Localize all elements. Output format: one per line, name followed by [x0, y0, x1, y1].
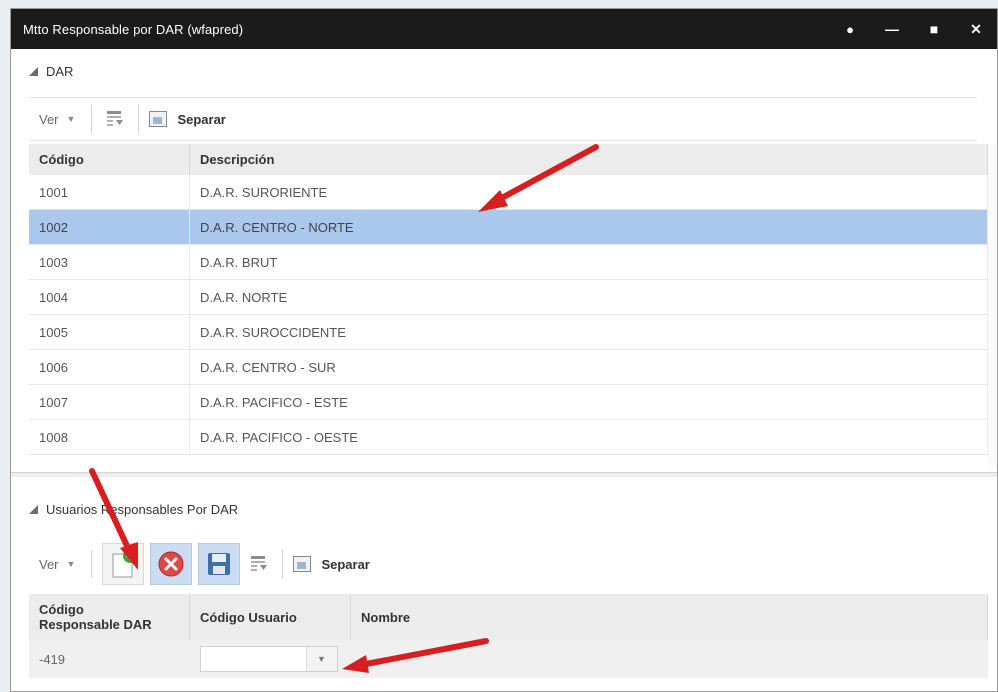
users-separar-button[interactable]: Separar: [293, 556, 370, 572]
gear-icon: ●: [846, 21, 854, 37]
new-document-icon: [112, 549, 138, 578]
codigo-usuario-combobox[interactable]: ▼: [199, 646, 338, 672]
users-toolbar: Ver ▼ Separar: [29, 539, 977, 589]
minimize-button[interactable]: —: [871, 9, 913, 49]
maximize-button[interactable]: ■: [913, 9, 955, 49]
chevron-down-icon: ▼: [66, 559, 76, 569]
minimize-icon: —: [885, 21, 899, 37]
column-header-codigo[interactable]: Código: [29, 144, 190, 175]
separar-label: Separar: [177, 111, 226, 127]
toolbar-divider: [138, 105, 140, 133]
cell-descripcion: D.A.R. PACIFICO - OESTE: [189, 419, 988, 455]
column-header-codigo-usuario[interactable]: Código Usuario: [189, 594, 351, 640]
table-row[interactable]: 1006 D.A.R. CENTRO - SUR: [29, 349, 988, 385]
column-header-descripcion[interactable]: Descripción: [189, 144, 988, 175]
table-row[interactable]: -419 ▼: [29, 640, 988, 678]
cell-codigo: 1007: [29, 384, 190, 420]
users-table-header: Código Responsable DAR Código Usuario No…: [29, 594, 988, 640]
cell-codigo: 1003: [29, 244, 190, 280]
dar-panel-header[interactable]: DAR: [29, 64, 73, 79]
cell-descripcion: D.A.R. CENTRO - SUR: [189, 349, 988, 385]
toolbar-divider: [91, 105, 93, 133]
cell-descripcion: D.A.R. CENTRO - NORTE: [189, 209, 988, 245]
cell-descripcion: D.A.R. PACIFICO - ESTE: [189, 384, 988, 420]
detach-icon: [149, 111, 168, 127]
cell-codigo-usuario: ▼: [189, 640, 351, 678]
column-header-codigo-responsable[interactable]: Código Responsable DAR: [29, 594, 190, 640]
users-ver-menu[interactable]: Ver ▼: [29, 557, 81, 572]
cell-codigo: 1006: [29, 349, 190, 385]
vertical-scrollbar[interactable]: [988, 144, 997, 466]
freeze-column-button[interactable]: [102, 106, 128, 132]
new-record-button[interactable]: [102, 543, 145, 585]
ver-label: Ver: [39, 556, 59, 572]
save-button[interactable]: [198, 543, 241, 585]
dar-table-header: Código Descripción: [29, 144, 988, 175]
table-row-selected[interactable]: 1002 D.A.R. CENTRO - NORTE: [29, 209, 988, 245]
toolbar-divider: [282, 550, 284, 578]
close-button[interactable]: ✕: [955, 9, 997, 49]
chevron-down-icon: ▼: [66, 114, 76, 124]
dropdown-button[interactable]: ▼: [305, 647, 337, 671]
dar-table: Código Descripción 1001 D.A.R. SURORIENT…: [29, 144, 988, 455]
close-icon: ✕: [970, 20, 982, 37]
ver-label: Ver: [39, 111, 59, 127]
collapse-triangle-icon[interactable]: [29, 67, 38, 76]
maximize-icon: ■: [929, 21, 939, 37]
users-panel-title: Usuarios Responsables Por DAR: [46, 502, 239, 517]
toolbar-divider: [91, 550, 93, 578]
app-window: Mtto Responsable por DAR (wfapred) ● — ■…: [10, 8, 998, 692]
users-table: Código Responsable DAR Código Usuario No…: [29, 594, 988, 678]
table-row[interactable]: 1003 D.A.R. BRUT: [29, 244, 988, 280]
settings-button[interactable]: ●: [829, 9, 871, 49]
save-disk-icon: [208, 553, 231, 575]
freeze-column-icon: [107, 111, 124, 126]
table-row[interactable]: 1005 D.A.R. SUROCCIDENTE: [29, 314, 988, 350]
cell-codigo-responsable: -419: [29, 640, 190, 678]
table-row[interactable]: 1007 D.A.R. PACIFICO - ESTE: [29, 384, 988, 420]
dar-toolbar: Ver ▼ Separar: [29, 97, 977, 141]
detach-icon: [293, 556, 312, 572]
cell-codigo: 1004: [29, 279, 190, 315]
chevron-down-icon: ▼: [317, 654, 326, 664]
table-row[interactable]: 1008 D.A.R. PACIFICO - OESTE: [29, 419, 988, 455]
dar-separar-button[interactable]: Separar: [149, 111, 226, 127]
dar-panel-title: DAR: [46, 64, 74, 79]
column-header-nombre[interactable]: Nombre: [350, 594, 988, 640]
cell-codigo: 1001: [29, 175, 190, 210]
window-controls: ● — ■ ✕: [829, 9, 997, 49]
dar-ver-menu[interactable]: Ver ▼: [29, 112, 81, 127]
delete-icon: [158, 551, 184, 577]
window-title: Mtto Responsable por DAR (wfapred): [23, 21, 244, 37]
separar-label: Separar: [321, 556, 370, 572]
freeze-column-button[interactable]: [246, 551, 272, 577]
codigo-usuario-input[interactable]: [201, 647, 306, 671]
table-row[interactable]: 1001 D.A.R. SURORIENTE: [29, 175, 988, 210]
panel-splitter[interactable]: [11, 472, 997, 477]
delete-record-button[interactable]: [150, 543, 193, 585]
freeze-column-icon: [251, 556, 268, 571]
cell-codigo: 1008: [29, 419, 190, 455]
cell-descripcion: D.A.R. BRUT: [189, 244, 988, 280]
cell-codigo: 1005: [29, 314, 190, 350]
table-row[interactable]: 1004 D.A.R. NORTE: [29, 279, 988, 315]
collapse-triangle-icon[interactable]: [29, 505, 38, 514]
cell-descripcion: D.A.R. SURORIENTE: [189, 175, 988, 210]
users-panel-header[interactable]: Usuarios Responsables Por DAR: [29, 502, 238, 517]
cell-nombre: [350, 640, 988, 678]
cell-descripcion: D.A.R. NORTE: [189, 279, 988, 315]
title-bar: Mtto Responsable por DAR (wfapred) ● — ■…: [11, 9, 997, 49]
cell-descripcion: D.A.R. SUROCCIDENTE: [189, 314, 988, 350]
cell-codigo: 1002: [29, 209, 190, 245]
